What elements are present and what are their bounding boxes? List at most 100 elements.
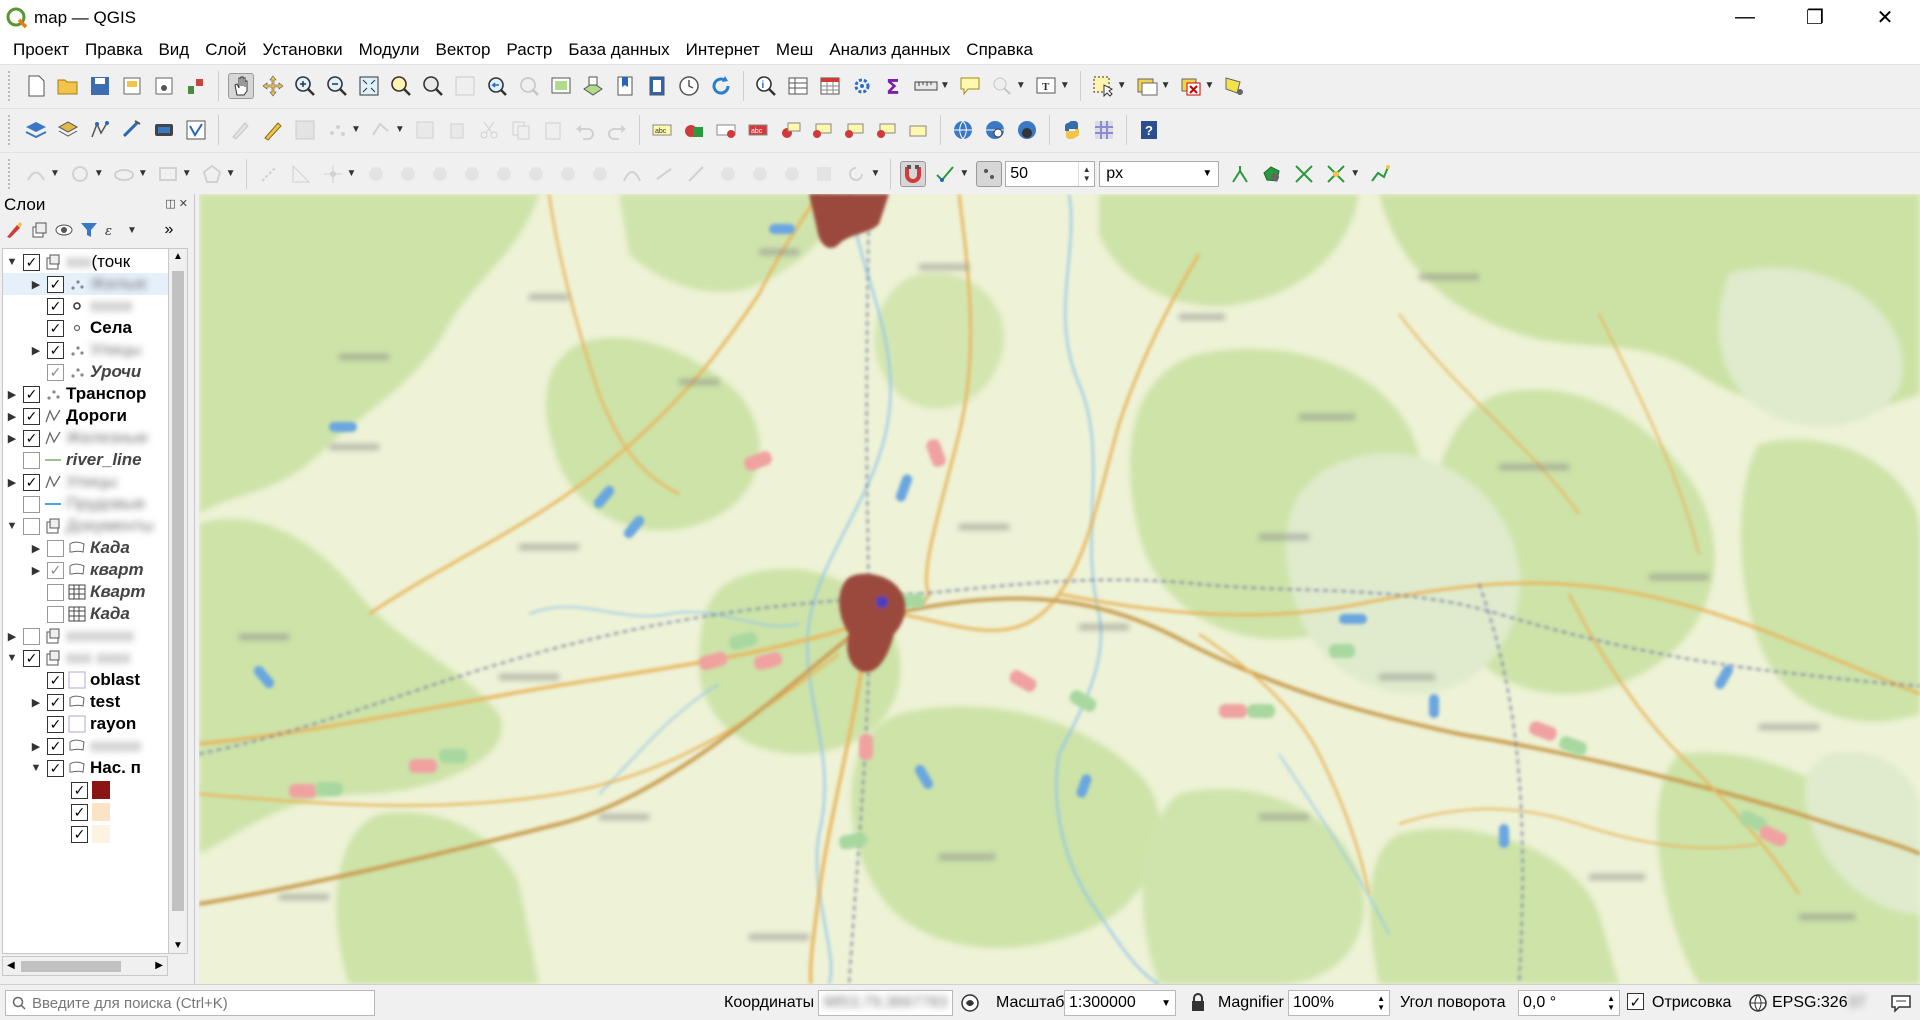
save-project-icon[interactable] [87,73,113,99]
menu-processing[interactable]: Анализ данных [821,40,958,60]
python-console-icon[interactable] [1059,117,1085,143]
reshape-features-icon[interactable] [587,161,613,187]
crs-globe-icon[interactable] [1748,993,1768,1018]
delete-ring-icon[interactable] [523,161,549,187]
delete-part-icon[interactable] [555,161,581,187]
layer-row[interactable]: ✓ [3,823,173,845]
web-globe-icon[interactable] [950,117,976,143]
layer-row[interactable]: ▶ ✓ Улицы [3,471,173,493]
new-virtual-layer-icon[interactable] [151,117,177,143]
collapse-arrow-icon[interactable]: ▼ [29,762,43,774]
restore-button[interactable]: ❐ [1780,0,1850,35]
zoom-out-icon[interactable] [324,73,350,99]
expand-arrow-icon[interactable]: ▶ [5,432,19,445]
open-project-icon[interactable] [55,73,81,99]
style-manager-icon[interactable] [183,73,209,99]
new-geopackage-layer-icon[interactable] [55,117,81,143]
layer-row[interactable]: ▶ ✓ Транспор [3,383,173,405]
toggle-editing-icon[interactable] [260,117,286,143]
layer-visibility-checkbox[interactable]: ✓ [23,253,40,271]
change-label-icon[interactable] [873,117,899,143]
label-toolbar-icon[interactable]: abc [649,117,675,143]
layer-visibility-checkbox[interactable]: ✓ [47,737,64,755]
layer-row[interactable]: ▶ ✓ Дороги [3,405,173,427]
layer-row[interactable]: Кварт [3,581,173,603]
menu-database[interactable]: База данных [560,40,677,60]
close-button[interactable]: ✕ [1850,0,1920,35]
layer-row[interactable]: ▶ ✓ test [3,691,173,713]
menu-vector[interactable]: Вектор [427,40,498,60]
layer-row[interactable]: ▼ ✓ ххх (точк [3,251,173,273]
expand-arrow-icon[interactable]: ▶ [5,388,19,401]
layout-manager-icon[interactable] [151,73,177,99]
expand-arrow-icon[interactable]: ▶ [29,564,43,577]
cut-features-icon[interactable] [476,117,502,143]
statistical-summary-icon[interactable]: Σ [881,73,907,99]
add-rectangle-icon[interactable] [155,161,181,187]
layer-visibility-checkbox[interactable]: ✓ [71,825,88,843]
merge-features-icon[interactable] [779,161,805,187]
layer-visibility-checkbox[interactable]: ✓ [47,759,64,777]
move-feature-icon[interactable] [320,161,346,187]
simplify-feature-icon[interactable] [395,161,421,187]
zoom-to-selection-icon[interactable] [388,73,414,99]
layer-visibility-checkbox[interactable]: ✓ [23,649,40,667]
layer-row[interactable]: ▶ ✓ Улицы [3,339,173,361]
expand-arrow-icon[interactable]: ▶ [5,476,19,489]
manage-map-themes-icon[interactable] [54,220,74,240]
label-properties-icon[interactable] [905,117,931,143]
expand-arrow-icon[interactable]: ▶ [29,344,43,357]
collapse-arrow-icon[interactable]: ▼ [5,652,19,664]
close-panel-icon[interactable]: ✕ [179,198,188,210]
grid-plugin-icon[interactable] [1091,117,1117,143]
snapping-tracing-icon[interactable] [1367,161,1393,187]
layer-visibility-checkbox[interactable]: ✓ [23,407,40,425]
layer-row[interactable]: ✓ [3,801,173,823]
layer-row[interactable]: ▶ ✓ хххххх [3,735,173,757]
layer-row[interactable]: ✓ ххххх [3,295,173,317]
new-map-view-icon[interactable] [548,73,574,99]
new-shapefile-layer-icon[interactable] [87,117,113,143]
menu-mesh[interactable]: Меш [768,40,821,60]
layer-visibility-checkbox[interactable]: ✓ [47,275,64,293]
layer-row[interactable]: ▶ ✓ Жилые [3,273,173,295]
new-bookmark-icon[interactable] [612,73,638,99]
field-calculator-icon[interactable] [817,73,843,99]
rotation-field[interactable]: 0,0 ° ▲ ▼ [1518,990,1620,1016]
split-parts-icon[interactable] [747,161,773,187]
add-polygon-icon[interactable] [199,161,225,187]
map-canvas[interactable] [199,194,1920,984]
filter-dropdown-icon[interactable]: ▼ [127,225,137,236]
locator-icon[interactable] [989,73,1015,99]
layer-row[interactable]: ✓ Урочи [3,361,173,383]
layer-row[interactable]: ▶ Када [3,537,173,559]
select-features-icon[interactable] [1090,73,1116,99]
self-snapping-icon[interactable] [1323,161,1349,187]
menu-layer[interactable]: Слой [197,40,254,60]
data-source-manager-icon[interactable] [23,117,49,143]
add-group-icon[interactable] [29,220,49,240]
scroll-right-icon[interactable]: ▶ [155,960,163,971]
text-annotation-icon[interactable]: T [1033,73,1059,99]
scroll-down-icon[interactable]: ▼ [173,940,183,951]
layer-visibility-checkbox[interactable] [23,627,40,645]
add-circle-icon[interactable] [67,161,93,187]
new-project-icon[interactable] [23,73,49,99]
layer-visibility-checkbox[interactable] [23,517,40,535]
advanced-digitizing-icon[interactable] [288,161,314,187]
expand-arrow-icon[interactable]: ▶ [29,542,43,555]
zoom-in-icon[interactable] [292,73,318,99]
layer-visibility-checkbox[interactable] [47,605,64,623]
menu-project[interactable]: Проект [5,40,77,60]
rotate-feature-icon[interactable] [363,161,389,187]
snapping-tolerance-input[interactable] [1006,161,1079,186]
select-location-icon[interactable] [1221,73,1247,99]
layer-visibility-checkbox[interactable]: ✓ [47,561,64,579]
pin-unpin-labels-icon[interactable]: abc [745,117,771,143]
spin-arrows-icon[interactable]: ▲ ▼ [1078,161,1094,186]
menu-view[interactable]: Вид [150,40,197,60]
select-by-value-icon[interactable] [1134,73,1160,99]
scale-select[interactable]: 1:300000 ▼ [1064,990,1176,1016]
menu-web[interactable]: Интернет [678,40,768,60]
new-temp-scratch-layer-icon[interactable] [183,117,209,143]
